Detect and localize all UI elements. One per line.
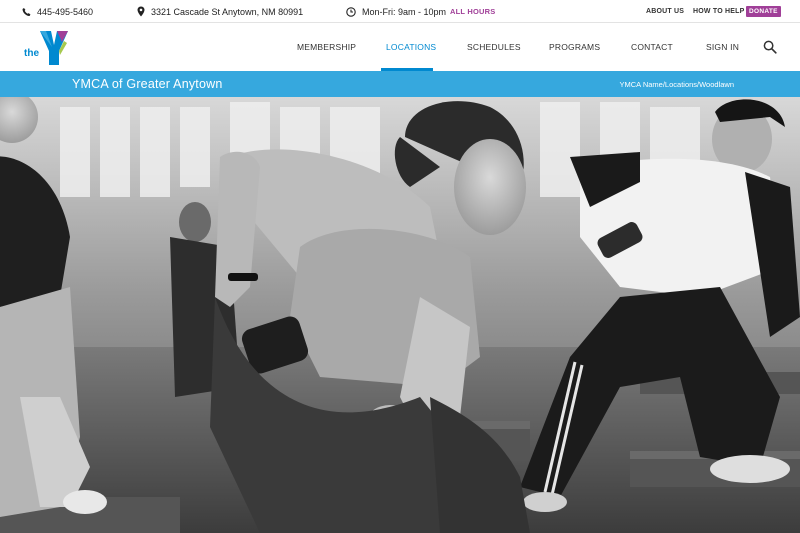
address-text[interactable]: 3321 Cascade St Anytown, NM 80991 [151,7,303,17]
nav-sign-in[interactable]: SIGN IN [706,23,739,71]
utility-bar: 445-495-5460 3321 Cascade St Anytown, NM… [0,0,800,23]
phone-icon [22,7,31,17]
hours-text: Mon-Fri: 9am - 10pm [362,6,447,17]
all-hours-link[interactable]: ALL HOURS [450,0,495,23]
clock-icon [346,6,356,17]
hours-info: Mon-Fri: 9am - 10pm [346,0,446,23]
hero-image [0,97,800,533]
nav-membership[interactable]: MEMBERSHIP [297,23,356,71]
how-to-help-link[interactable]: HOW TO HELP [693,0,744,23]
map-pin-icon [137,6,145,17]
donate-button[interactable]: DONATE [746,6,781,17]
search-icon[interactable] [763,40,777,54]
nav-schedules[interactable]: SCHEDULES [467,23,521,71]
breadcrumb[interactable]: YMCA Name/Locations/Woodlawn [620,71,735,97]
nav-programs[interactable]: PROGRAMS [549,23,600,71]
page-title: YMCA of Greater Anytown [72,77,223,91]
main-navigation: the MEMBERSHIP LOCATIONS SCHEDULES PROGR… [0,23,800,71]
address-contact[interactable]: 3321 Cascade St Anytown, NM 80991 [137,0,303,23]
nav-locations[interactable]: LOCATIONS [386,23,436,71]
ymca-logo[interactable]: the [24,29,74,67]
phone-number[interactable]: 445-495-5460 [37,7,93,17]
location-banner: YMCA of Greater Anytown YMCA Name/Locati… [0,71,800,97]
nav-contact[interactable]: CONTACT [631,23,673,71]
phone-contact[interactable]: 445-495-5460 [22,0,93,23]
about-us-link[interactable]: ABOUT US [646,0,684,23]
logo-the-text: the [24,48,39,59]
